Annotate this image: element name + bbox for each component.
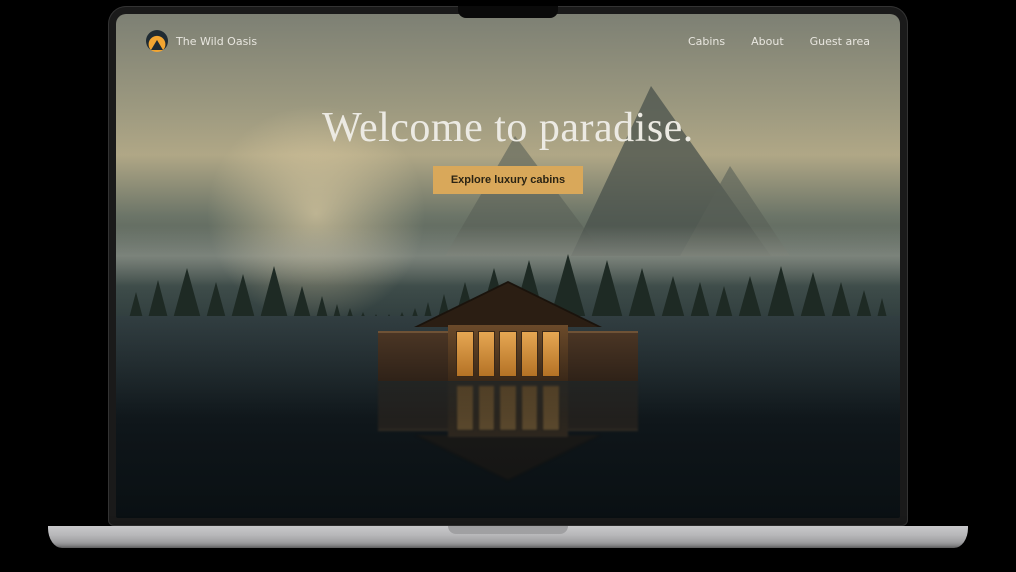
hero-background: [116, 14, 900, 518]
nav-link-about[interactable]: About: [751, 35, 784, 48]
brand[interactable]: The Wild Oasis: [146, 30, 257, 52]
camera-notch: [458, 6, 558, 18]
screen: The Wild Oasis Cabins About Guest area W…: [116, 14, 900, 518]
laptop-base: [48, 526, 968, 548]
nav-link-cabins[interactable]: Cabins: [688, 35, 725, 48]
hero-headline: Welcome to paradise.: [116, 104, 900, 152]
laptop-device-frame: The Wild Oasis Cabins About Guest area W…: [98, 6, 918, 566]
explore-cabins-button[interactable]: Explore luxury cabins: [433, 166, 583, 194]
cabin-reflection: [378, 381, 638, 471]
nav-links: Cabins About Guest area: [688, 35, 870, 48]
cabin-illustration: [378, 291, 638, 381]
screen-bezel: The Wild Oasis Cabins About Guest area W…: [108, 6, 908, 526]
logo-icon: [146, 30, 168, 52]
brand-name: The Wild Oasis: [176, 35, 257, 48]
top-nav: The Wild Oasis Cabins About Guest area: [116, 24, 900, 58]
hero-content: Welcome to paradise. Explore luxury cabi…: [116, 104, 900, 194]
nav-link-guest-area[interactable]: Guest area: [810, 35, 870, 48]
